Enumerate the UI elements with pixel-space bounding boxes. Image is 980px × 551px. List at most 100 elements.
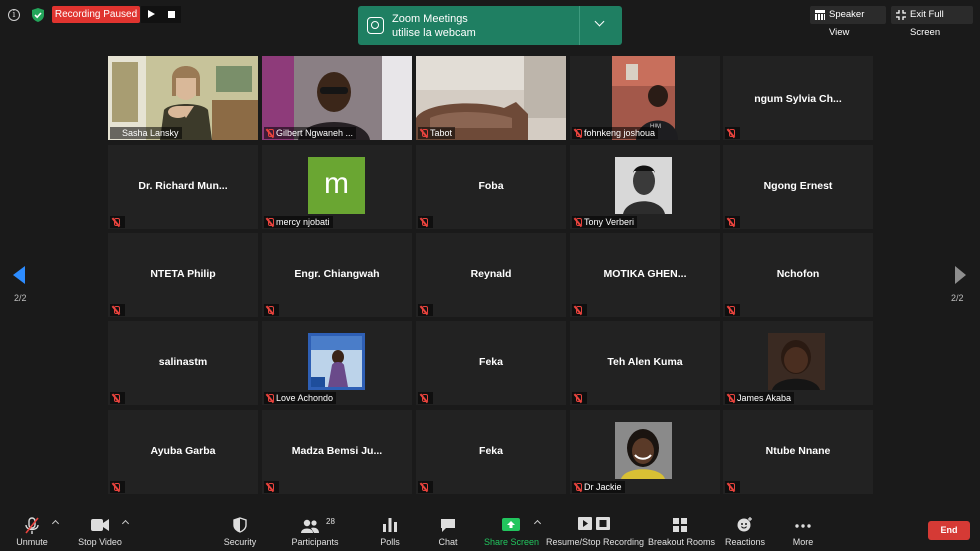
end-meeting-button[interactable]: End [928, 521, 970, 540]
info-icon[interactable]: i [8, 9, 20, 21]
encryption-shield-icon[interactable] [31, 7, 45, 23]
participant-name-label: Love Achondo [264, 392, 337, 404]
unmute-button[interactable]: Unmute [10, 508, 54, 551]
participant-name: Teh Alen Kuma [607, 356, 683, 368]
participant-tile[interactable]: Dr Jackie [570, 410, 720, 494]
exit-full-screen-button[interactable]: Exit Full Screen [891, 6, 973, 38]
participant-profile-photo [308, 333, 365, 390]
chat-button[interactable]: Chat [432, 508, 464, 551]
muted-mic-icon [420, 129, 428, 138]
muted-mic-icon [574, 129, 582, 138]
muted-mic-icon [420, 218, 428, 227]
participant-name: MOTIKA GHEN... [603, 268, 687, 280]
muted-mic-icon [112, 394, 120, 403]
participant-mute-label [110, 216, 125, 228]
muted-mic-icon [112, 218, 120, 227]
participant-tile[interactable]: Ayuba Garba [108, 410, 258, 494]
webcam-notification[interactable]: Zoom Meetings utilise la webcam [358, 6, 622, 45]
participant-tile[interactable]: Foba [416, 145, 566, 229]
muted-mic-icon [420, 394, 428, 403]
participant-mute-label [725, 481, 740, 493]
participant-tile[interactable]: Feka [416, 321, 566, 405]
participant-mute-label [110, 392, 125, 404]
participant-tile[interactable]: Dr. Richard Mun... [108, 145, 258, 229]
participant-tile[interactable]: Reynald [416, 233, 566, 317]
participant-name: Feka [479, 445, 503, 457]
share-screen-button[interactable]: Share Screen [484, 508, 539, 551]
reactions-label: Reactions [724, 537, 766, 547]
participant-tile[interactable]: ngum Sylvia Ch... [723, 56, 873, 140]
breakout-rooms-icon [673, 518, 687, 532]
participants-button[interactable]: 28 Participants [288, 508, 342, 551]
polls-button[interactable]: Polls [374, 508, 406, 551]
stop-recording-icon[interactable] [161, 6, 181, 23]
muted-mic-icon [420, 306, 428, 315]
participants-label: Participants [291, 537, 339, 547]
participant-mute-label [418, 216, 433, 228]
notification-divider [579, 6, 580, 45]
resume-recording-icon[interactable] [141, 6, 161, 23]
participant-name: Engr. Chiangwah [294, 268, 380, 280]
participant-tile[interactable]: salinastm [108, 321, 258, 405]
participant-name: Ayuba Garba [150, 445, 216, 457]
muted-mic-icon [266, 306, 274, 315]
muted-mic-icon [266, 129, 274, 138]
participants-icon [300, 519, 319, 533]
muted-mic-icon [574, 218, 582, 227]
breakout-rooms-button[interactable]: Breakout Rooms [648, 508, 715, 551]
participant-tile[interactable]: Sasha Lansky [108, 56, 258, 140]
participant-tile[interactable]: Nchofon [723, 233, 873, 317]
muted-mic-icon [574, 394, 582, 403]
muted-mic-icon [112, 306, 120, 315]
security-button[interactable]: Security [220, 508, 260, 551]
more-dots-icon [795, 524, 811, 528]
participant-mute-label [725, 127, 740, 139]
notification-title: Zoom Meetings [392, 13, 468, 25]
previous-page-arrow-icon[interactable] [13, 266, 25, 284]
participant-tile[interactable]: MOTIKA GHEN... [570, 233, 720, 317]
chevron-down-icon[interactable] [594, 16, 605, 27]
participant-tile[interactable]: Gilbert Ngwaneh ... [262, 56, 412, 140]
participant-tile[interactable]: Madza Bemsi Ju... [262, 410, 412, 494]
participant-tile[interactable]: Ntube Nnane [723, 410, 873, 494]
participant-tile[interactable]: Love Achondo [262, 321, 412, 405]
participant-tile[interactable]: Feka [416, 410, 566, 494]
unmute-label: Unmute [16, 537, 48, 547]
stop-video-button[interactable]: Stop Video [74, 508, 126, 551]
stop-video-label: Stop Video [78, 537, 122, 547]
participant-name: Ntube Nnane [765, 445, 831, 457]
participant-tile[interactable]: Ngong Ernest [723, 145, 873, 229]
speaker-view-button[interactable]: Speaker View [810, 6, 886, 38]
participant-tile[interactable]: m mercy njobati [262, 145, 412, 229]
chat-bubble-icon [441, 519, 455, 532]
participant-name: Feka [479, 356, 503, 368]
video-camera-icon [91, 519, 109, 531]
more-button[interactable]: More [788, 508, 818, 551]
muted-mic-icon [574, 483, 582, 492]
participant-tile[interactable]: Teh Alen Kuma [570, 321, 720, 405]
muted-mic-icon [727, 483, 735, 492]
next-page-arrow-icon[interactable] [955, 266, 966, 284]
participant-name-label: Tony Verberi [572, 216, 638, 228]
participant-profile-photo [768, 333, 825, 390]
participant-name-label: Sasha Lansky [110, 127, 182, 139]
recording-paused-badge: Recording Paused [52, 6, 140, 23]
participant-tile[interactable]: James Akaba [723, 321, 873, 405]
participant-tile[interactable]: Engr. Chiangwah [262, 233, 412, 317]
participant-name: Madza Bemsi Ju... [291, 445, 383, 457]
participant-tile[interactable]: HIM fohnkeng joshoua [570, 56, 720, 140]
participant-mute-label [110, 481, 125, 493]
participant-tile[interactable]: NTETA Philip [108, 233, 258, 317]
participant-tile[interactable]: Tabot [416, 56, 566, 140]
participant-profile-photo [615, 422, 672, 479]
page-indicator-left: 2/2 [14, 293, 27, 303]
participant-tile[interactable]: Tony Verberi [570, 145, 720, 229]
participant-mute-label [572, 392, 587, 404]
polls-bar-chart-icon [383, 518, 397, 532]
more-label: More [792, 537, 814, 547]
participant-name: Nchofon [776, 268, 820, 280]
reactions-button[interactable]: Reactions [724, 508, 766, 551]
participant-mute-label [264, 481, 279, 493]
resume-stop-recording-button[interactable]: Resume/Stop Recording [546, 508, 644, 551]
recording-controls-icon [578, 517, 610, 530]
